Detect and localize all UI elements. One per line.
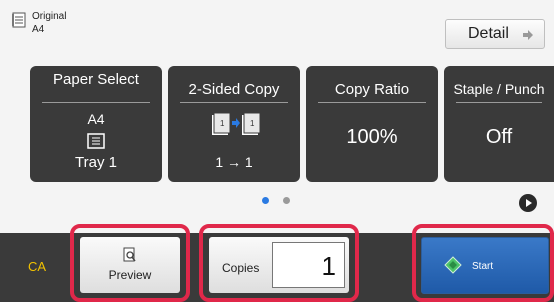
card-title: 2-Sided Copy — [188, 81, 280, 98]
original-label: Original — [32, 11, 67, 22]
copy-screen: Original A4 Detail Paper Select A4 Tray … — [0, 0, 554, 302]
diamond-start-icon — [444, 256, 462, 279]
duplex-icon: 1 1 — [210, 112, 261, 143]
start-button[interactable]: Start — [421, 237, 549, 294]
detail-label: Detail — [468, 25, 509, 42]
arrow-right-icon — [522, 28, 534, 46]
page-indicator — [262, 197, 290, 204]
tray-icon — [86, 132, 106, 155]
play-icon[interactable] — [519, 194, 537, 212]
page-dot-active[interactable] — [262, 197, 269, 204]
card-title: Staple / Punch — [453, 81, 545, 97]
ca-button[interactable]: CA — [0, 236, 74, 296]
card-sub: 1 → 1 — [215, 154, 253, 170]
start-label: Start — [472, 261, 494, 272]
card-copy-ratio[interactable]: Copy Ratio 100% — [306, 66, 438, 182]
card-title: Copy Ratio — [334, 81, 410, 98]
card-paper-select[interactable]: Paper Select A4 Tray 1 — [30, 66, 162, 182]
ca-label: CA — [27, 258, 47, 274]
copies-label: Copies — [222, 261, 260, 275]
page-dot[interactable] — [283, 197, 290, 204]
top-bar: Original A4 Detail — [0, 0, 554, 60]
original-indicator[interactable]: Original A4 — [12, 10, 66, 36]
card-value: Off — [485, 126, 513, 148]
magnifier-icon — [123, 247, 137, 268]
svg-text:1: 1 — [220, 119, 225, 128]
card-2sided-copy[interactable]: 2-Sided Copy 1 1 1 → 1 — [168, 66, 300, 182]
card-value: A4 — [87, 111, 105, 127]
preview-label: Preview — [108, 268, 152, 282]
card-staple-punch[interactable]: Staple / Punch Off — [444, 66, 554, 182]
card-value: 100% — [346, 126, 398, 148]
original-size: A4 — [32, 24, 45, 35]
copies-control: Copies 1 — [209, 237, 349, 293]
copies-input[interactable]: 1 — [272, 242, 345, 288]
preview-button[interactable]: Preview — [80, 237, 180, 293]
card-title: Paper Select — [53, 71, 139, 88]
card-sub: Tray 1 — [75, 154, 117, 171]
detail-button[interactable]: Detail — [445, 19, 545, 49]
document-icon — [12, 10, 28, 30]
copies-value: 1 — [321, 251, 336, 281]
svg-text:1: 1 — [250, 119, 255, 128]
